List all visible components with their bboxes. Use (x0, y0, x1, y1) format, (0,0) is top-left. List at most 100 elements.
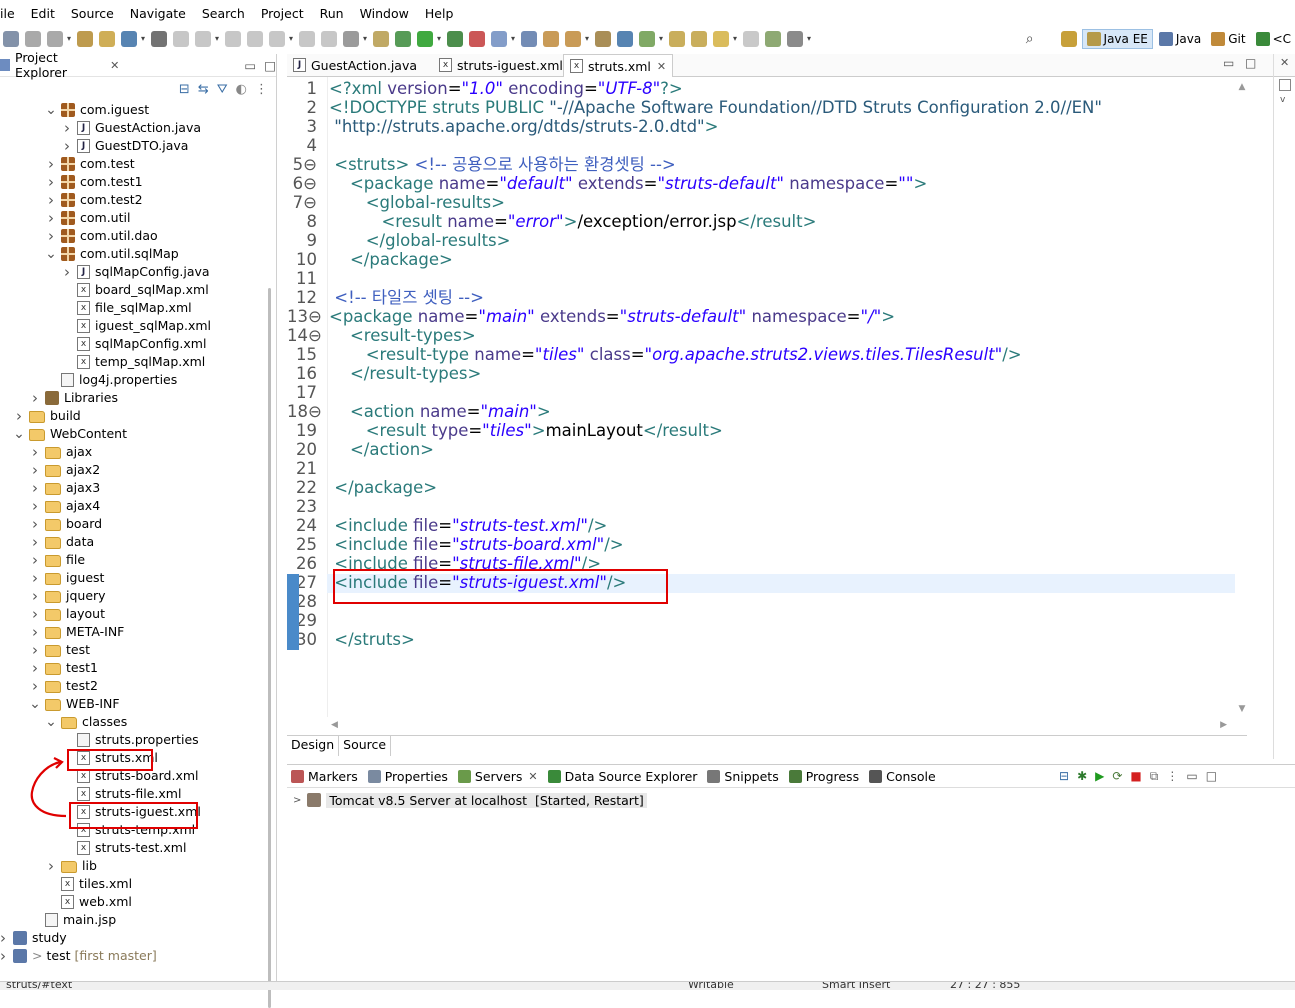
chevron-down-icon[interactable]: ⌄ (29, 697, 41, 711)
editor-minimize-icon[interactable]: ▭ (1223, 56, 1234, 70)
tab-close-icon[interactable]: ✕ (657, 60, 666, 73)
dropdown-chevron-icon[interactable]: ▾ (585, 31, 591, 47)
toolbar-button-icon[interactable] (173, 31, 189, 47)
publish-icon[interactable]: ⧉ (1150, 769, 1159, 784)
bottom-maximize-icon[interactable]: □ (1206, 769, 1217, 784)
menu-ile[interactable]: ile (0, 6, 23, 21)
folder-item[interactable]: › build (13, 407, 81, 425)
chevron-right-icon[interactable]: › (29, 461, 41, 479)
chevron-right-icon[interactable]: › (29, 497, 41, 515)
tree-item[interactable]: › Libraries (29, 389, 118, 407)
bottom-minimize-icon[interactable]: ▭ (1186, 769, 1197, 784)
toolbar-button-icon[interactable] (787, 31, 803, 47)
perspective-java-ee[interactable]: Java EE (1081, 29, 1153, 49)
filter-icon[interactable]: ⛛ (217, 82, 228, 97)
chevron-right-icon[interactable]: › (29, 677, 41, 695)
menu-help[interactable]: Help (417, 6, 462, 21)
toolbar-button-icon[interactable] (713, 31, 729, 47)
link-editor-icon[interactable]: ⇆ (198, 82, 209, 97)
package-item[interactable]: ⌄ com.util.sqlMap (45, 245, 179, 263)
toolbar-button-icon[interactable] (269, 31, 285, 47)
explorer-scrollbar[interactable] (268, 288, 271, 1008)
chevron-right-icon[interactable]: > (293, 795, 301, 806)
tree-item[interactable]: log4j.properties (45, 371, 177, 389)
code-area[interactable]: 1 2 3 4 5⊖ 6⊖ 7⊖ 8 9 10 11 12 13⊖ 14⊖ 15 16 17 18⊖ 19 20 21 2… (287, 77, 1247, 717)
toolbar-button-icon[interactable] (47, 31, 63, 47)
view-menu-icon[interactable]: ⋮ (1166, 769, 1178, 784)
toolbar-button-icon[interactable] (417, 31, 433, 47)
folder-item[interactable]: › test2 (29, 677, 98, 695)
tree-item[interactable]: x web.xml (45, 893, 132, 911)
menu-project[interactable]: Project (253, 6, 312, 21)
package-item[interactable]: › com.test2 (45, 191, 143, 209)
minimize-icon[interactable]: ▭ (244, 58, 256, 73)
editor-maximize-icon[interactable]: □ (1245, 56, 1256, 70)
toolbar-button-icon[interactable] (765, 31, 781, 47)
dropdown-chevron-icon[interactable]: ▾ (437, 31, 443, 47)
chevron-right-icon[interactable]: › (29, 623, 41, 641)
folder-item[interactable]: ⌄ WEB-INF (29, 695, 120, 713)
chevron-right-icon[interactable]: › (29, 479, 41, 497)
dropdown-chevron-icon[interactable]: ▾ (141, 31, 147, 47)
chevron-down-icon[interactable]: ⌄ (13, 427, 25, 441)
dropdown-chevron-icon[interactable]: ▾ (215, 31, 221, 47)
editor-vscroll[interactable]: ▲ ▼ (1235, 82, 1249, 714)
package-item[interactable]: › com.util.dao (45, 227, 158, 245)
package-item[interactable]: › com.test (45, 155, 135, 173)
toolbar-button-icon[interactable] (565, 31, 581, 47)
tab-design[interactable]: Design (287, 736, 340, 756)
folder-item[interactable]: › test1 (29, 659, 98, 677)
chevron-right-icon[interactable]: › (29, 389, 41, 407)
toolbar-button-icon[interactable] (491, 31, 507, 47)
chevron-right-icon[interactable]: › (29, 641, 41, 659)
tree-item[interactable]: x struts-test.xml (61, 839, 186, 857)
chevron-right-icon[interactable]: › (0, 947, 9, 965)
folder-item[interactable]: › ajax (29, 443, 92, 461)
tree-item[interactable]: x temp_sqlMap.xml (61, 353, 205, 371)
maximize-icon[interactable]: □ (264, 58, 276, 73)
chevron-right-icon[interactable]: › (29, 551, 41, 569)
start-server-icon[interactable]: ▶ (1095, 769, 1104, 784)
editor-tab-struts-xml[interactable]: x struts.xml ✕ (563, 54, 674, 77)
chevron-right-icon[interactable]: › (29, 587, 41, 605)
chevron-right-icon[interactable]: › (45, 173, 57, 191)
toolbar-button-icon[interactable] (521, 31, 537, 47)
editor-tab-guestaction-java[interactable]: J GuestAction.java (287, 54, 423, 76)
perspective-java[interactable]: Java (1155, 30, 1205, 48)
perspective--c[interactable]: <C (1252, 30, 1295, 48)
chevron-right-icon[interactable]: › (29, 443, 41, 461)
collapse-all-icon[interactable]: ⊟ (179, 82, 190, 97)
bottom-tab-snippets[interactable]: Snippets (707, 769, 779, 784)
tree-item[interactable]: x sqlMapConfig.xml (61, 335, 206, 353)
collapse-icon[interactable]: ⊟ (1059, 769, 1069, 784)
bottom-tab-progress[interactable]: Progress (788, 769, 859, 784)
stop-server-icon[interactable]: ■ (1130, 769, 1141, 784)
folder-item[interactable]: › board (29, 515, 102, 533)
tree-item[interactable]: x struts-file.xml (61, 785, 181, 803)
folder-item[interactable]: › file (29, 551, 85, 569)
toolbar-button-icon[interactable] (617, 31, 633, 47)
folder-item[interactable]: › test (29, 641, 90, 659)
folder-item[interactable]: › data (29, 533, 94, 551)
chevron-right-icon[interactable]: › (45, 857, 57, 875)
folder-item[interactable]: › layout (29, 605, 105, 623)
tree-item[interactable]: x file_sqlMap.xml (61, 299, 192, 317)
tree-item[interactable]: x iguest_sqlMap.xml (61, 317, 211, 335)
bottom-tab-data-source-explorer[interactable]: Data Source Explorer (547, 769, 697, 784)
chevron-right-icon[interactable]: › (45, 209, 57, 227)
folder-item[interactable]: › ajax4 (29, 497, 100, 515)
tree-item[interactable]: x board_sqlMap.xml (61, 281, 209, 299)
toolbar-button-icon[interactable] (247, 31, 263, 47)
folder-item[interactable]: › ajax3 (29, 479, 100, 497)
dropdown-chevron-icon[interactable]: ▾ (733, 31, 739, 47)
dropdown-chevron-icon[interactable]: ▾ (289, 31, 295, 47)
tree-item[interactable]: › > test [first master] (0, 947, 157, 965)
tree-item[interactable]: struts.properties (61, 731, 199, 749)
chevron-down-icon[interactable]: ⌄ (45, 247, 57, 261)
chevron-right-icon[interactable]: › (45, 155, 57, 173)
tree-item[interactable]: › JsqlMapConfig.java (61, 263, 210, 281)
toolbar-button-icon[interactable] (151, 31, 167, 47)
toolbar-button-icon[interactable] (343, 31, 359, 47)
chevron-right-icon[interactable]: › (29, 569, 41, 587)
chevron-right-icon[interactable]: › (45, 227, 57, 245)
